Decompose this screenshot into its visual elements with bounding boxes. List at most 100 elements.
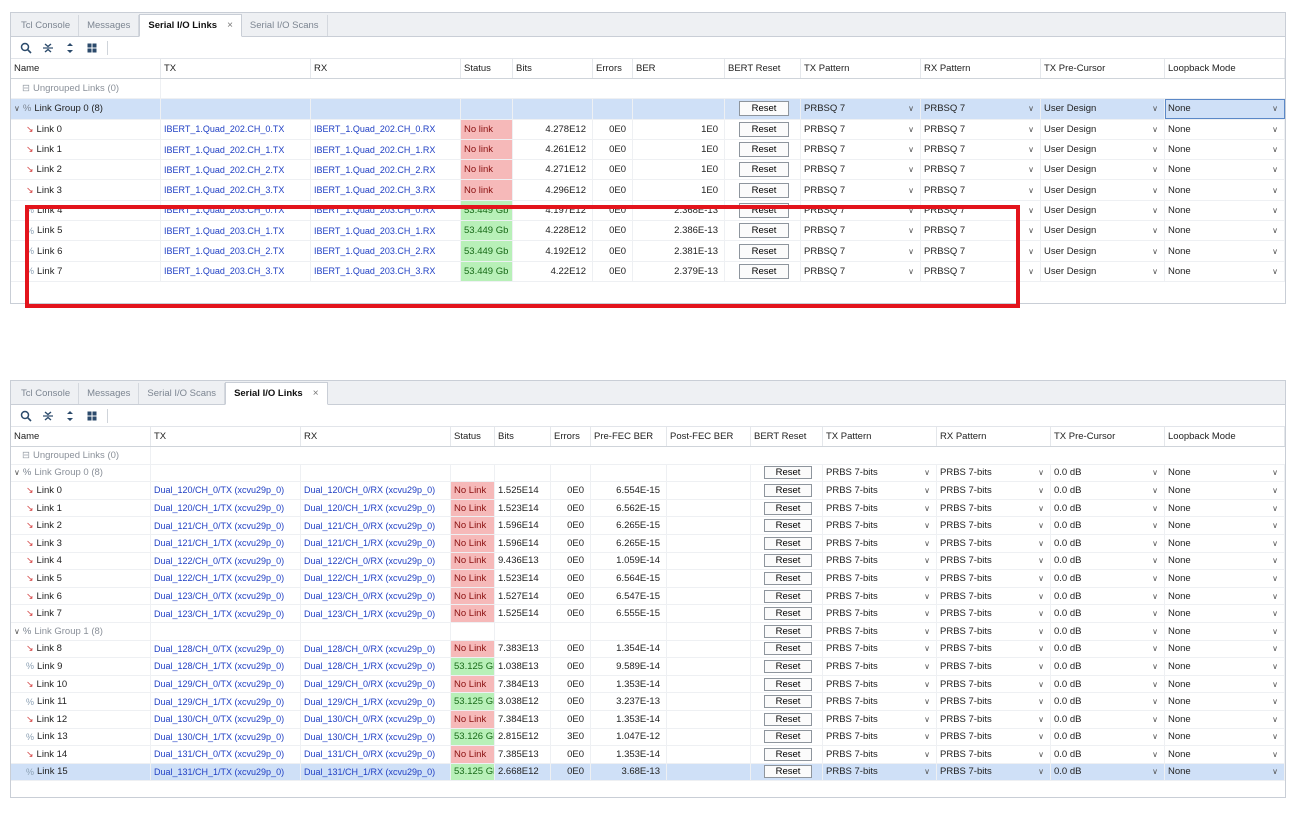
tx-pre-cursor-select[interactable]: 0.0 dB ∨ bbox=[1054, 714, 1164, 725]
tx-pattern-select[interactable]: PRBS 7-bits ∨ bbox=[826, 520, 936, 531]
loopback-mode-select[interactable]: None ∨ bbox=[1168, 608, 1284, 619]
table-row[interactable]: % Link 4 IBERT_1.Quad_203.CH_0.TX IBERT_1.Q… bbox=[11, 200, 1285, 222]
collapse-all-icon[interactable] bbox=[39, 39, 57, 57]
link-group-row[interactable]: ∨% Link Group 1 (8) Reset PRBS 7-bits ∨ PRBS … bbox=[11, 622, 1285, 641]
loopback-mode-select[interactable]: None ∨ bbox=[1168, 185, 1284, 196]
tx-endpoint-link[interactable]: IBERT_1.Quad_202.CH_1.TX bbox=[164, 145, 284, 155]
loopback-mode-select[interactable]: None ∨ bbox=[1168, 661, 1284, 672]
tx-endpoint-link[interactable]: IBERT_1.Quad_203.CH_3.TX bbox=[164, 266, 284, 276]
bert-reset-button[interactable]: Reset bbox=[764, 642, 812, 656]
rx-endpoint-link[interactable]: Dual_121/CH_1/RX (xcvu29p_0) bbox=[304, 538, 435, 548]
column-header-loopback-mode[interactable]: Loopback Mode bbox=[1165, 427, 1285, 446]
table-row[interactable]: ↘ Link 6 Dual_123/CH_0/TX (xcvu29p_0) Dual_… bbox=[11, 587, 1285, 606]
bert-reset-button[interactable]: Reset bbox=[764, 712, 812, 726]
tx-endpoint-link[interactable]: Dual_123/CH_1/TX (xcvu29p_0) bbox=[154, 609, 284, 619]
rx-endpoint-link[interactable]: Dual_129/CH_1/RX (xcvu29p_0) bbox=[304, 697, 435, 707]
tx-pattern-select[interactable]: PRBS 7-bits ∨ bbox=[826, 643, 936, 654]
loopback-mode-select[interactable]: None ∨ bbox=[1168, 573, 1284, 584]
tx-pattern-select[interactable]: PRBS 7-bits ∨ bbox=[826, 749, 936, 760]
loopback-mode-select[interactable]: None ∨ bbox=[1168, 467, 1284, 478]
loopback-mode-select[interactable]: None ∨ bbox=[1168, 164, 1284, 175]
loopback-mode-select[interactable]: None ∨ bbox=[1168, 205, 1284, 216]
tx-endpoint-link[interactable]: IBERT_1.Quad_202.CH_2.TX bbox=[164, 165, 284, 175]
column-header-rx[interactable]: RX bbox=[301, 427, 451, 446]
table-settings-icon[interactable] bbox=[83, 39, 101, 57]
loopback-mode-select[interactable]: None ∨ bbox=[1168, 679, 1284, 690]
column-header-bert-reset[interactable]: BERT Reset bbox=[725, 59, 801, 78]
bert-reset-button[interactable]: Reset bbox=[764, 765, 812, 779]
rx-pattern-select[interactable]: PRBS 7-bits ∨ bbox=[940, 643, 1050, 654]
rx-pattern-select[interactable]: PRBS 7-bits ∨ bbox=[940, 538, 1050, 549]
bert-reset-button[interactable]: Reset bbox=[764, 554, 812, 568]
tx-pattern-select[interactable]: PRBSQ 7 ∨ bbox=[804, 205, 920, 216]
tx-endpoint-link[interactable]: Dual_122/CH_1/TX (xcvu29p_0) bbox=[154, 573, 284, 583]
loopback-mode-select[interactable]: None ∨ bbox=[1168, 626, 1284, 637]
rx-pattern-select[interactable]: PRBSQ 7 ∨ bbox=[924, 124, 1040, 135]
rx-endpoint-link[interactable]: IBERT_1.Quad_203.CH_0.RX bbox=[314, 205, 435, 215]
loopback-mode-select[interactable]: None ∨ bbox=[1168, 503, 1284, 514]
rx-pattern-select[interactable]: PRBS 7-bits ∨ bbox=[940, 608, 1050, 619]
table-row[interactable]: ↘ Link 2 IBERT_1.Quad_202.CH_2.TX IBERT_1.Q… bbox=[11, 160, 1285, 181]
loopback-mode-select[interactable]: None ∨ bbox=[1168, 714, 1284, 725]
table-row[interactable]: % Link 6 IBERT_1.Quad_203.CH_2.TX IBERT_1.Q… bbox=[11, 241, 1285, 262]
rx-pattern-select[interactable]: PRBSQ 7 ∨ bbox=[924, 266, 1040, 277]
bert-reset-button[interactable]: Reset bbox=[738, 121, 790, 137]
loopback-mode-select[interactable]: None ∨ bbox=[1168, 246, 1284, 257]
tx-pattern-select[interactable]: PRBS 7-bits ∨ bbox=[826, 679, 936, 690]
rx-pattern-select[interactable]: PRBS 7-bits ∨ bbox=[940, 467, 1050, 478]
table-row[interactable]: % Link 11 Dual_129/CH_1/TX (xcvu29p_0) Dual… bbox=[11, 693, 1285, 711]
rx-pattern-select[interactable]: PRBSQ 7 ∨ bbox=[924, 246, 1040, 257]
bert-reset-button[interactable]: Reset bbox=[738, 263, 790, 279]
table-row[interactable]: ↘ Link 3 Dual_121/CH_1/TX (xcvu29p_0) Dual_… bbox=[11, 534, 1285, 553]
table-row[interactable]: ↘ Link 8 Dual_128/CH_0/TX (xcvu29p_0) Dual_… bbox=[11, 640, 1285, 659]
tx-pre-cursor-select[interactable]: 0.0 dB ∨ bbox=[1054, 555, 1164, 566]
loopback-mode-select[interactable]: None ∨ bbox=[1168, 225, 1284, 236]
bert-reset-button[interactable]: Reset bbox=[738, 202, 790, 218]
loopback-mode-select[interactable]: None ∨ bbox=[1168, 555, 1284, 566]
column-header-tx-pattern[interactable]: TX Pattern bbox=[823, 427, 937, 446]
bert-reset-button[interactable]: Reset bbox=[764, 483, 812, 497]
rx-pattern-select[interactable]: PRBS 7-bits ∨ bbox=[940, 731, 1050, 742]
rx-endpoint-link[interactable]: Dual_120/CH_1/RX (xcvu29p_0) bbox=[304, 503, 435, 513]
search-icon[interactable] bbox=[17, 39, 35, 57]
bert-reset-button[interactable]: Reset bbox=[764, 730, 812, 744]
link-group-row[interactable]: ∨% Link Group 0 (8) Reset PRBS 7-bits ∨ PRBS … bbox=[11, 464, 1285, 483]
tx-pattern-select[interactable]: PRBS 7-bits ∨ bbox=[826, 555, 936, 566]
tx-pre-cursor-select[interactable]: User Design ∨ bbox=[1044, 205, 1164, 216]
column-header-rx-pattern[interactable]: RX Pattern bbox=[937, 427, 1051, 446]
table-row[interactable]: % Link 13 Dual_130/CH_1/TX (xcvu29p_0) Dual… bbox=[11, 728, 1285, 747]
column-header-tx-pattern[interactable]: TX Pattern bbox=[801, 59, 921, 78]
tx-pattern-select[interactable]: PRBS 7-bits ∨ bbox=[826, 731, 936, 742]
rx-endpoint-link[interactable]: IBERT_1.Quad_202.CH_2.RX bbox=[314, 165, 435, 175]
tx-pre-cursor-select[interactable]: 0.0 dB ∨ bbox=[1054, 661, 1164, 672]
tx-pre-cursor-select[interactable]: 0.0 dB ∨ bbox=[1054, 591, 1164, 602]
tx-pre-cursor-select[interactable]: User Design ∨ bbox=[1044, 266, 1164, 277]
loopback-mode-select[interactable]: None ∨ bbox=[1168, 520, 1284, 531]
rx-endpoint-link[interactable]: Dual_129/CH_0/RX (xcvu29p_0) bbox=[304, 679, 435, 689]
column-header-name[interactable]: Name bbox=[11, 427, 151, 446]
tx-pre-cursor-select[interactable]: User Design ∨ bbox=[1044, 124, 1164, 135]
rx-endpoint-link[interactable]: IBERT_1.Quad_203.CH_3.RX bbox=[314, 266, 435, 276]
rx-pattern-select[interactable]: PRBSQ 7 ∨ bbox=[924, 164, 1040, 175]
column-header-errors[interactable]: Errors bbox=[593, 59, 633, 78]
tx-endpoint-link[interactable]: Dual_120/CH_1/TX (xcvu29p_0) bbox=[154, 503, 284, 513]
rx-endpoint-link[interactable]: Dual_121/CH_0/RX (xcvu29p_0) bbox=[304, 521, 435, 531]
column-header-tx[interactable]: TX bbox=[161, 59, 311, 78]
rx-pattern-select[interactable]: PRBS 7-bits ∨ bbox=[940, 573, 1050, 584]
tx-endpoint-link[interactable]: Dual_121/CH_0/TX (xcvu29p_0) bbox=[154, 521, 284, 531]
table-row[interactable]: ↘ Link 10 Dual_129/CH_0/TX (xcvu29p_0) Dual… bbox=[11, 675, 1285, 694]
rx-pattern-select[interactable]: PRBS 7-bits ∨ bbox=[940, 661, 1050, 672]
tx-pattern-select[interactable]: PRBS 7-bits ∨ bbox=[826, 608, 936, 619]
tx-pre-cursor-select[interactable]: 0.0 dB ∨ bbox=[1054, 696, 1164, 707]
rx-pattern-select[interactable]: PRBSQ 7 ∨ bbox=[924, 144, 1040, 155]
rx-endpoint-link[interactable]: Dual_128/CH_0/RX (xcvu29p_0) bbox=[304, 644, 435, 654]
bert-reset-button[interactable]: Reset bbox=[764, 501, 812, 515]
column-header-ber[interactable]: BER bbox=[633, 59, 725, 78]
tx-pre-cursor-select[interactable]: 0.0 dB ∨ bbox=[1054, 467, 1164, 478]
tx-endpoint-link[interactable]: Dual_121/CH_1/TX (xcvu29p_0) bbox=[154, 538, 284, 548]
bert-reset-button[interactable]: Reset bbox=[764, 659, 812, 673]
table-row[interactable]: ↘ Link 2 Dual_121/CH_0/TX (xcvu29p_0) Dual_… bbox=[11, 517, 1285, 535]
expand-icon[interactable] bbox=[61, 39, 79, 57]
ungrouped-links-row[interactable]: ⊟ Ungrouped Links (0) bbox=[11, 447, 1285, 465]
bert-reset-button[interactable]: Reset bbox=[764, 607, 812, 621]
